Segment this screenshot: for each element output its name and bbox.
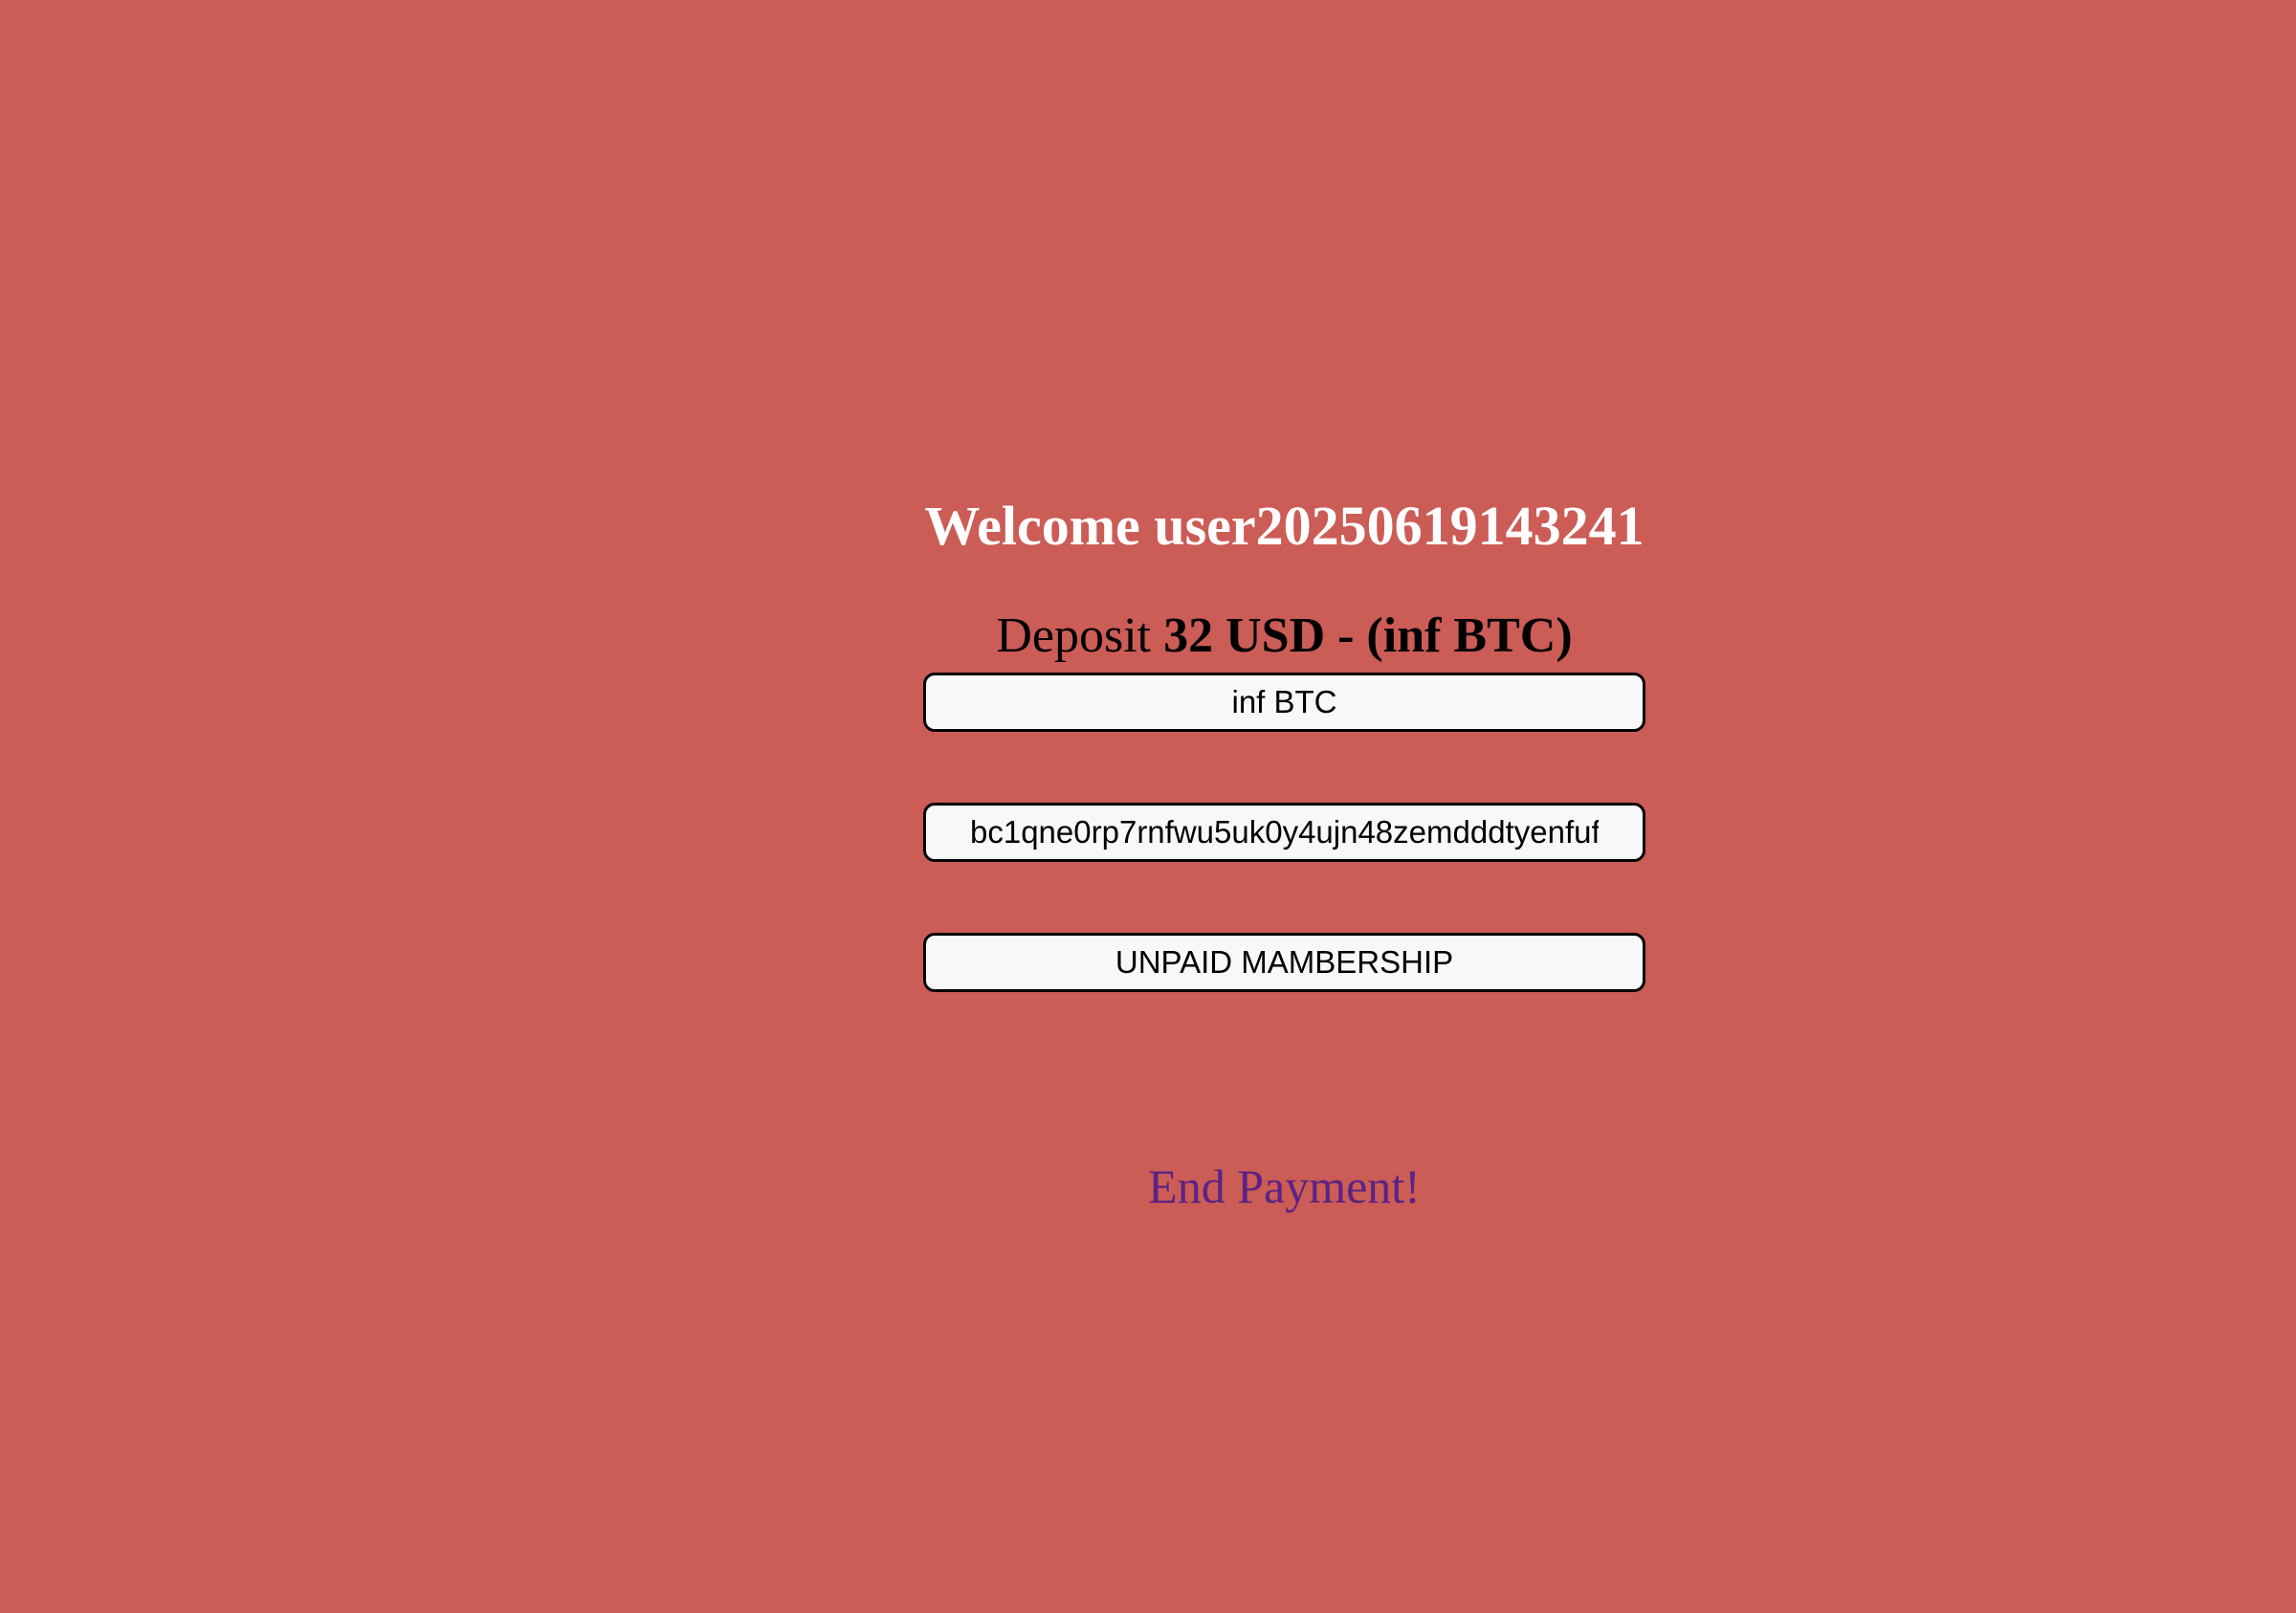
- btc-amount-field[interactable]: [923, 673, 1645, 732]
- btc-address-field[interactable]: [923, 803, 1645, 862]
- membership-status-field[interactable]: [923, 933, 1645, 992]
- welcome-prefix: Welcome: [924, 495, 1140, 557]
- deposit-prefix: Deposit: [996, 608, 1152, 663]
- payment-panel: Welcome user20250619143241 Deposit 32 US…: [918, 0, 1650, 1613]
- welcome-username: user20250619143241: [1154, 495, 1645, 557]
- deposit-text: Deposit 32 USD - (inf BTC): [918, 603, 1650, 670]
- welcome-heading: Welcome user20250619143241: [918, 488, 1650, 564]
- end-payment-link[interactable]: End Payment!: [918, 1153, 1650, 1220]
- deposit-amount: 32 USD - (inf BTC): [1163, 608, 1573, 663]
